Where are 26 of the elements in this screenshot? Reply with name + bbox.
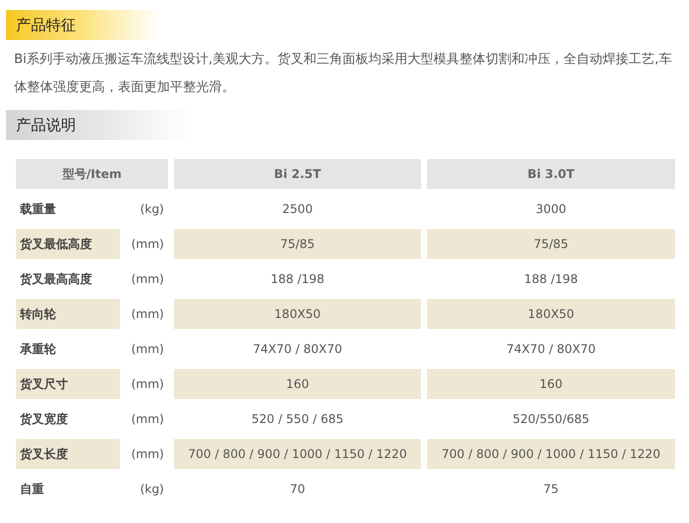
table-cell-text: (kg) xyxy=(139,201,165,218)
section-heading: 产品特征 xyxy=(6,10,160,40)
table-cell-text: (mm) xyxy=(130,236,165,253)
table-cell-text: (mm) xyxy=(130,271,165,288)
table-cell: 75/85 xyxy=(427,229,675,259)
table-cell-text: (mm) xyxy=(130,341,165,358)
column-header: 型号/Item xyxy=(16,159,168,189)
table-cell-text: (kg) xyxy=(139,481,165,498)
table-cell-text: (mm) xyxy=(130,376,165,393)
table-cell-text: (mm) xyxy=(130,446,165,463)
description-text: Bi系列手动液压搬运车流线型设计,美观大方。货叉和三角面板均采用大型模具整体切割和冲压，全自动焊接工艺,车体整体强度更高，表面更加平整光滑。 xyxy=(14,51,673,97)
table-cell: 货叉最低高度 xyxy=(16,229,120,259)
table-cell: 75/85 xyxy=(174,229,421,259)
table-cell: 160 xyxy=(427,369,675,399)
column-header: Bi 3.0T xyxy=(427,159,675,189)
table-cell: 转向轮 xyxy=(16,299,120,329)
table-cell: 180X50 xyxy=(427,299,675,329)
table-cell: 700 / 800 / 900 / 1000 / 1150 / 1220 xyxy=(174,439,421,469)
table-cell: 180X50 xyxy=(174,299,421,329)
table-cell-text: (mm) xyxy=(130,411,165,428)
table-cell: 160 xyxy=(174,369,421,399)
table-cell-text: (mm) xyxy=(130,306,165,323)
table-cell: 货叉长度 xyxy=(16,439,120,469)
column-header: Bi 2.5T xyxy=(174,159,421,189)
table-cell: 货叉尺寸 xyxy=(16,369,120,399)
table-cell: 700 / 800 / 900 / 1000 / 1150 / 1220 xyxy=(427,439,675,469)
